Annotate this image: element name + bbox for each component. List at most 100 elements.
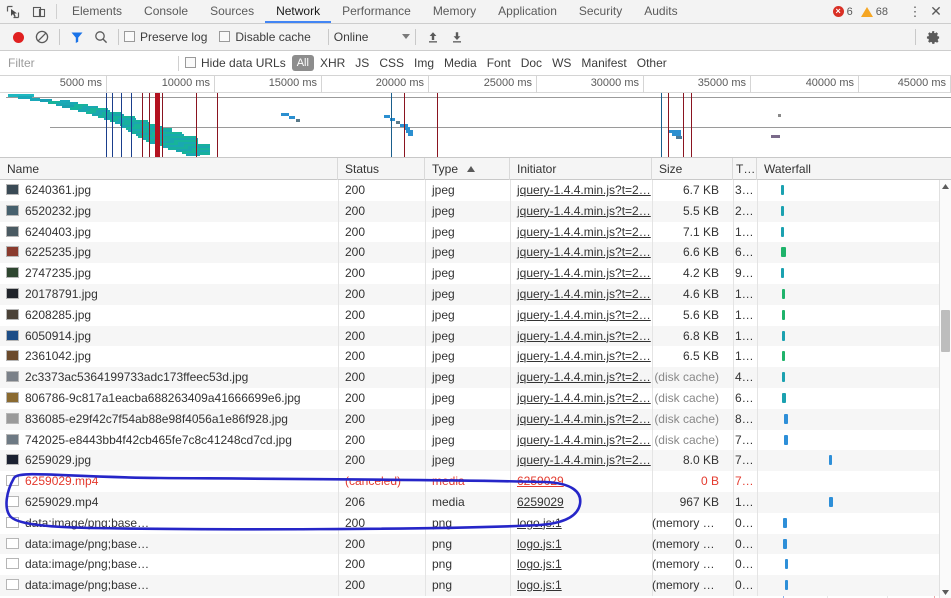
tab-audits[interactable]: Audits [633, 0, 688, 23]
tab-performance[interactable]: Performance [331, 0, 422, 23]
table-row[interactable]: 806786-9c817a1eacba688263409a41666699e6.… [0, 388, 951, 409]
cell-waterfall[interactable] [757, 346, 951, 367]
inspect-element-icon[interactable] [0, 0, 26, 23]
initiator-link[interactable]: jquery-1.4.4.min.js?t=2… [517, 349, 651, 363]
more-options-icon[interactable]: ⋮ [905, 4, 925, 20]
table-row[interactable]: 6240361.jpg200jpegjquery-1.4.4.min.js?t=… [0, 180, 951, 201]
filter-type-css[interactable]: CSS [379, 56, 404, 70]
cell-name[interactable]: 20178791.jpg [0, 284, 338, 305]
cell-waterfall[interactable] [757, 534, 951, 555]
cell-name[interactable]: 6520232.jpg [0, 201, 338, 222]
initiator-link[interactable]: jquery-1.4.4.min.js?t=2… [517, 453, 651, 467]
scroll-up-arrow-icon[interactable] [940, 180, 951, 192]
cell-waterfall[interactable] [757, 471, 951, 492]
scroll-down-arrow-icon[interactable] [940, 586, 951, 598]
cell-waterfall[interactable] [757, 284, 951, 305]
close-icon[interactable]: ✕ [925, 3, 947, 20]
column-header-time[interactable]: T… [733, 158, 757, 180]
cell-waterfall[interactable] [757, 554, 951, 575]
table-row[interactable]: data:image/png;base…200pnglogo.js:1(memo… [0, 513, 951, 534]
initiator-link[interactable]: jquery-1.4.4.min.js?t=2… [517, 329, 651, 343]
initiator-link[interactable]: jquery-1.4.4.min.js?t=2… [517, 245, 651, 259]
table-vertical-scrollbar[interactable] [939, 180, 951, 598]
tab-memory[interactable]: Memory [422, 0, 487, 23]
tab-console[interactable]: Console [133, 0, 199, 23]
initiator-link[interactable]: jquery-1.4.4.min.js?t=2… [517, 225, 651, 239]
initiator-link[interactable]: jquery-1.4.4.min.js?t=2… [517, 391, 651, 405]
table-row[interactable]: 6225235.jpg200jpegjquery-1.4.4.min.js?t=… [0, 242, 951, 263]
table-row[interactable]: data:image/png;base…200pnglogo.js:1(memo… [0, 554, 951, 575]
column-header-initiator[interactable]: Initiator [510, 158, 652, 180]
filter-type-xhr[interactable]: XHR [320, 56, 345, 70]
table-row[interactable]: 6240403.jpg200jpegjquery-1.4.4.min.js?t=… [0, 222, 951, 243]
column-header-status[interactable]: Status [338, 158, 425, 180]
initiator-link[interactable]: logo.js:1 [517, 578, 562, 592]
table-row[interactable]: 6050914.jpg200jpegjquery-1.4.4.min.js?t=… [0, 326, 951, 347]
cell-waterfall[interactable] [757, 367, 951, 388]
cell-name[interactable]: 742025-e8443bb4f42cb465fe7c8c41248cd7cd.… [0, 430, 338, 451]
initiator-link[interactable]: logo.js:1 [517, 537, 562, 551]
table-row[interactable]: 2747235.jpg200jpegjquery-1.4.4.min.js?t=… [0, 263, 951, 284]
filter-type-font[interactable]: Font [487, 56, 511, 70]
table-row[interactable]: 20178791.jpg200jpegjquery-1.4.4.min.js?t… [0, 284, 951, 305]
cell-name[interactable]: 806786-9c817a1eacba688263409a41666699e6.… [0, 388, 338, 409]
initiator-link[interactable]: jquery-1.4.4.min.js?t=2… [517, 183, 651, 197]
filter-type-media[interactable]: Media [444, 56, 477, 70]
cell-name[interactable]: data:image/png;base… [0, 534, 338, 555]
cell-waterfall[interactable] [757, 242, 951, 263]
table-row[interactable]: 2361042.jpg200jpegjquery-1.4.4.min.js?t=… [0, 346, 951, 367]
cell-waterfall[interactable] [757, 450, 951, 471]
cell-name[interactable]: 6259029.jpg [0, 450, 338, 471]
cell-name[interactable]: 6259029.mp4 [0, 471, 338, 492]
filter-type-doc[interactable]: Doc [521, 56, 542, 70]
filter-type-js[interactable]: JS [355, 56, 369, 70]
column-header-type[interactable]: Type [425, 158, 510, 180]
filter-button[interactable] [65, 26, 89, 48]
filter-input[interactable] [0, 51, 172, 76]
table-row[interactable]: data:image/png;base…200pnglogo.js:1(memo… [0, 575, 951, 596]
cell-waterfall[interactable] [757, 575, 951, 596]
cell-name[interactable]: 2747235.jpg [0, 263, 338, 284]
scrollbar-thumb[interactable] [941, 310, 950, 352]
cell-waterfall[interactable] [757, 388, 951, 409]
cell-waterfall[interactable] [757, 180, 951, 201]
filter-type-all[interactable]: All [292, 55, 314, 71]
cell-waterfall[interactable] [757, 305, 951, 326]
tab-sources[interactable]: Sources [199, 0, 265, 23]
cell-waterfall[interactable] [757, 513, 951, 534]
table-row[interactable]: 6259029.mp4206media6259029967 KB1… [0, 492, 951, 513]
initiator-link[interactable]: jquery-1.4.4.min.js?t=2… [517, 412, 651, 426]
tab-network[interactable]: Network [265, 0, 331, 23]
error-warning-counters[interactable]: × 6 68 [833, 6, 896, 18]
cell-name[interactable]: 6050914.jpg [0, 326, 338, 347]
cell-name[interactable]: 6240403.jpg [0, 222, 338, 243]
table-row[interactable]: 6520232.jpg200jpegjquery-1.4.4.min.js?t=… [0, 201, 951, 222]
cell-waterfall[interactable] [757, 201, 951, 222]
table-row[interactable]: 6208285.jpg200jpegjquery-1.4.4.min.js?t=… [0, 305, 951, 326]
cell-name[interactable]: data:image/png;base… [0, 575, 338, 596]
cell-name[interactable]: 6225235.jpg [0, 242, 338, 263]
cell-name[interactable]: 2361042.jpg [0, 346, 338, 367]
throttle-select[interactable]: Online [334, 30, 410, 44]
device-toolbar-icon[interactable] [26, 0, 52, 23]
cell-name[interactable]: 6259029.mp4 [0, 492, 338, 513]
hide-data-urls-checkbox[interactable]: Hide data URLs [185, 56, 286, 70]
initiator-link[interactable]: logo.js:1 [517, 557, 562, 571]
table-row[interactable]: 6259029.jpg200jpegjquery-1.4.4.min.js?t=… [0, 450, 951, 471]
tab-application[interactable]: Application [487, 0, 568, 23]
initiator-link[interactable]: logo.js:1 [517, 516, 562, 530]
cell-name[interactable]: 6208285.jpg [0, 305, 338, 326]
table-row[interactable]: 6259029.mp4(canceled)media62590290 B7… [0, 471, 951, 492]
cell-waterfall[interactable] [757, 222, 951, 243]
cell-name[interactable]: data:image/png;base… [0, 554, 338, 575]
initiator-link[interactable]: jquery-1.4.4.min.js?t=2… [517, 433, 651, 447]
import-har-button[interactable] [421, 26, 445, 48]
tab-elements[interactable]: Elements [61, 0, 133, 23]
initiator-link[interactable]: jquery-1.4.4.min.js?t=2… [517, 287, 651, 301]
preserve-log-checkbox[interactable]: Preserve log [124, 30, 207, 44]
export-har-button[interactable] [445, 26, 469, 48]
initiator-link[interactable]: 6259029 [517, 495, 564, 509]
clear-button[interactable] [30, 26, 54, 48]
column-header-name[interactable]: Name [0, 158, 338, 180]
filter-type-manifest[interactable]: Manifest [581, 56, 626, 70]
